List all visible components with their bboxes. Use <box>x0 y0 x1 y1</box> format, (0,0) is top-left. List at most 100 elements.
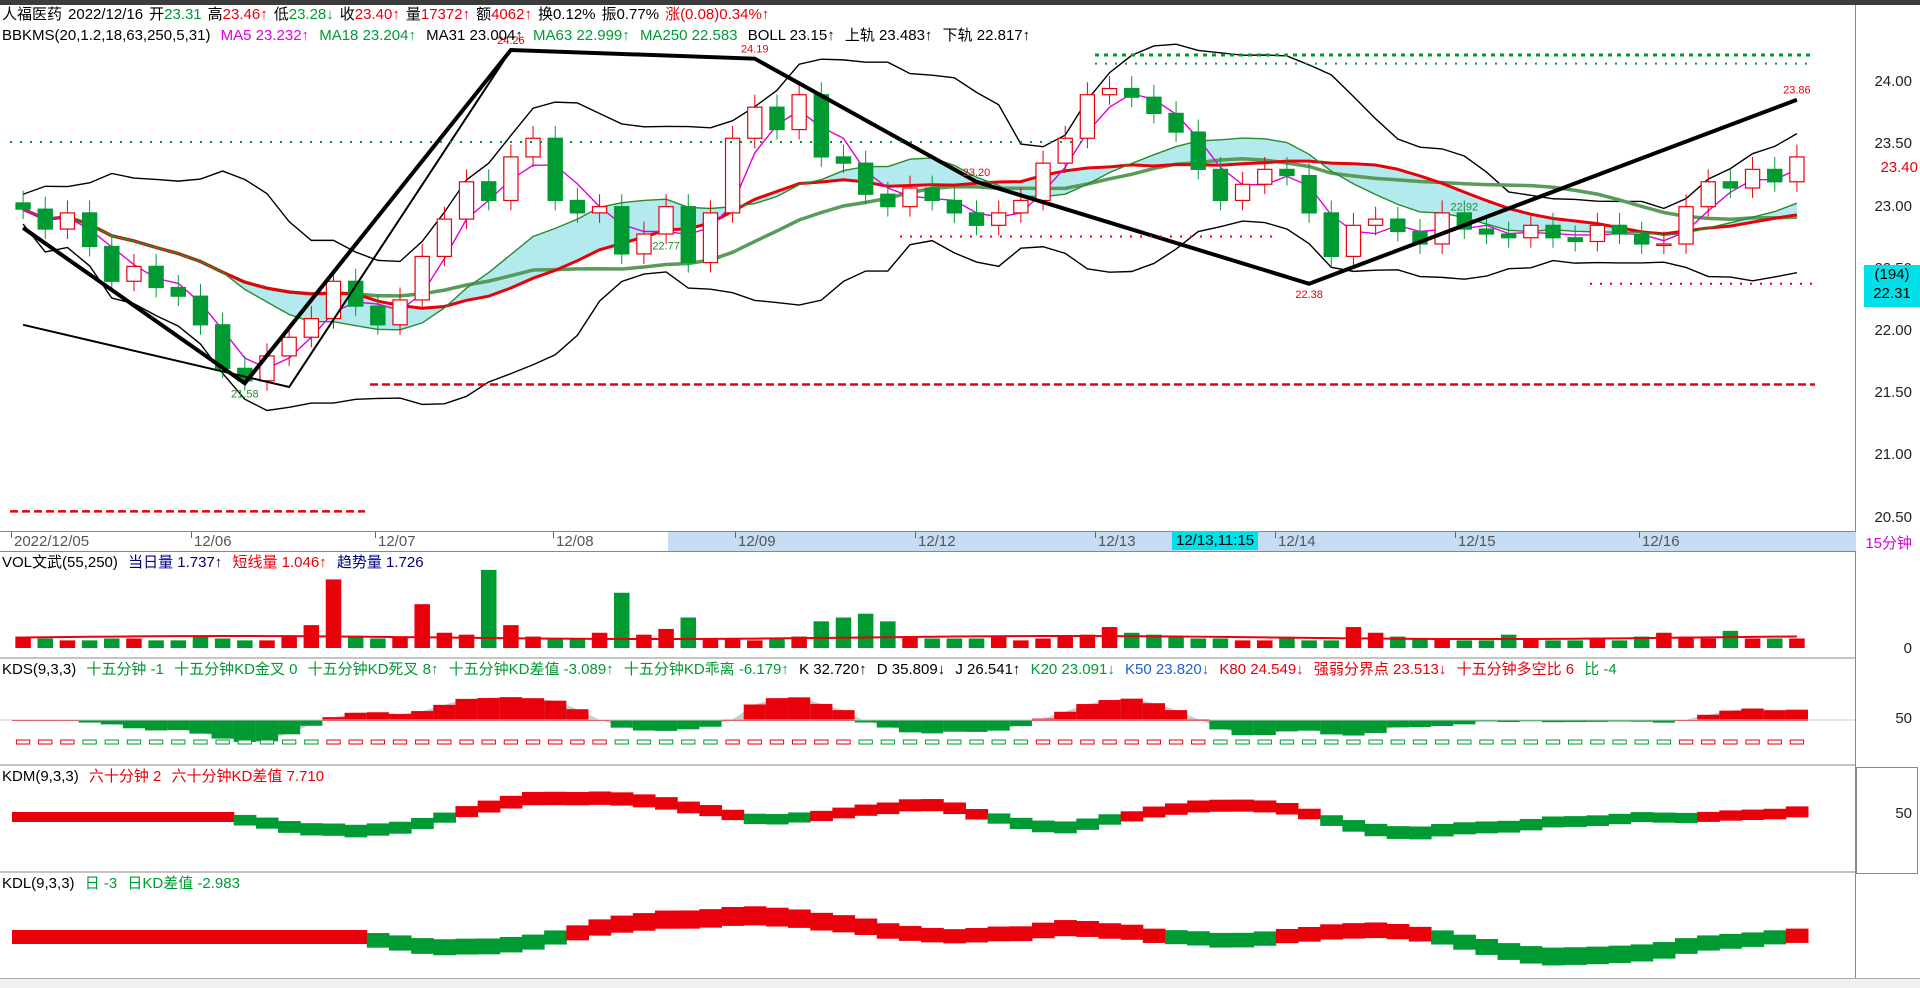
kds-mini-bar <box>947 739 962 745</box>
kdl-step <box>78 930 102 944</box>
kdm-step <box>1674 812 1698 824</box>
volume-bar <box>591 632 608 648</box>
kds-mini-bar <box>1213 739 1228 745</box>
kds-mini-bar <box>503 739 519 745</box>
kds-bar <box>1431 720 1454 726</box>
volume-bar <box>59 640 76 648</box>
price-annotation: 23.86 <box>1783 85 1811 97</box>
kdm-step <box>743 813 767 825</box>
candle-body <box>1279 168 1295 177</box>
volume-bar <box>436 632 453 648</box>
kdm-step <box>898 799 922 812</box>
volume-bar <box>480 569 497 648</box>
price-axis-tick: 24.00 <box>1874 73 1912 91</box>
volume-bar <box>503 625 519 648</box>
kdl-step <box>655 910 678 929</box>
kdl-step <box>1697 935 1720 951</box>
kdm-step <box>1187 800 1210 813</box>
kds-mini-bar <box>1324 739 1339 745</box>
kds-bar <box>1364 720 1387 733</box>
amt-value: 4062↑ <box>491 6 532 23</box>
kdm-step <box>411 817 434 830</box>
kds-k20: K20 23.091↓ <box>1030 661 1115 678</box>
kds-bar <box>233 720 256 742</box>
candle-body <box>1722 181 1739 189</box>
kds-bar <box>145 720 168 731</box>
last-price-label: 23.40 <box>1880 159 1918 176</box>
kds-mini-bar <box>15 739 31 745</box>
kdl-indicator <box>12 906 1809 966</box>
candle-body <box>15 202 31 210</box>
period-selector[interactable]: 15分钟 <box>1865 532 1912 553</box>
candle-body <box>1545 224 1561 239</box>
volume-bar <box>1279 638 1295 648</box>
candle-body <box>303 317 320 338</box>
kdl-step <box>1031 922 1055 939</box>
candle-body <box>436 218 453 258</box>
kdm-step <box>1275 803 1299 815</box>
kdm-step <box>1120 811 1144 822</box>
kdm-step <box>921 799 944 812</box>
price-annotation: 22.38 <box>1295 289 1323 301</box>
date-axis-label: 12/08 <box>553 532 594 550</box>
vol-legend: VOL文武(55,250) 当日量 1.737↑ 短线量 1.046↑ 趋势量 … <box>2 554 430 572</box>
kdl-step <box>189 930 213 944</box>
date-axis[interactable]: 2022/12/05 12/06 12/07 12/08 12/09 12/12 12/13… <box>0 531 1856 552</box>
kdl-step <box>122 930 146 944</box>
kdm-step <box>322 823 346 836</box>
kdm-step <box>1763 808 1787 820</box>
kdm-step <box>1608 813 1632 825</box>
kdl-step <box>411 938 434 954</box>
candle-body <box>503 156 519 202</box>
date-axis-label: 12/06 <box>191 532 232 550</box>
volume-bar <box>1101 627 1118 648</box>
kdm-step <box>344 824 368 838</box>
volume-bar <box>569 638 586 648</box>
volume-bar <box>680 617 697 648</box>
kdl-step <box>1564 947 1587 965</box>
kdm-indicator <box>12 791 1809 840</box>
kds-mini-bar <box>525 739 541 745</box>
kds-bar <box>699 720 722 727</box>
candle-body <box>1345 224 1362 258</box>
kds-mini-bar <box>969 739 984 745</box>
volume-bar <box>1500 634 1517 648</box>
kdl-step <box>1187 931 1210 946</box>
volume-bar <box>1190 638 1207 648</box>
kdl-step <box>1630 944 1654 962</box>
vol-short: 短线量 1.046↑ <box>232 554 327 571</box>
amplitude-value: 振0.77% <box>601 6 660 23</box>
kdl-step <box>255 930 279 944</box>
candle-body <box>1234 183 1251 202</box>
candle-body <box>1190 131 1206 170</box>
kdm-step <box>544 791 567 806</box>
quote-date: 2022/12/16 <box>68 6 144 23</box>
candle-body <box>104 245 120 282</box>
volume-bar <box>347 636 364 648</box>
candle-body <box>747 106 763 139</box>
volume-bar <box>126 638 142 648</box>
volume-bar <box>1234 640 1251 648</box>
kdm-step <box>1541 816 1565 828</box>
kds-mini-bar <box>703 739 718 745</box>
candle-body <box>636 233 652 255</box>
chart-canvas[interactable]: 21.5824.2624.1922.7723.2022.3822.9223.86 <box>0 0 1920 987</box>
kds-mini-bar <box>148 739 164 745</box>
candle-body <box>1013 199 1029 214</box>
candle-body <box>857 162 874 195</box>
kdm-step <box>1741 809 1765 820</box>
volume-bar <box>880 621 896 648</box>
volume-bar <box>81 640 98 648</box>
kds-mini-bar <box>38 739 53 745</box>
candle-body <box>458 181 475 220</box>
kdl-step <box>1009 926 1033 942</box>
kds-bar <box>122 720 146 729</box>
kds-mini-bar <box>1279 739 1295 745</box>
kds-mini-bar <box>1168 739 1184 745</box>
kdl-step <box>366 933 390 948</box>
kds-mini-bar <box>104 739 119 745</box>
kds-bar <box>1076 704 1099 721</box>
kdm-step <box>1054 821 1077 834</box>
volume-bar <box>1766 638 1783 648</box>
candle-body <box>525 137 541 158</box>
